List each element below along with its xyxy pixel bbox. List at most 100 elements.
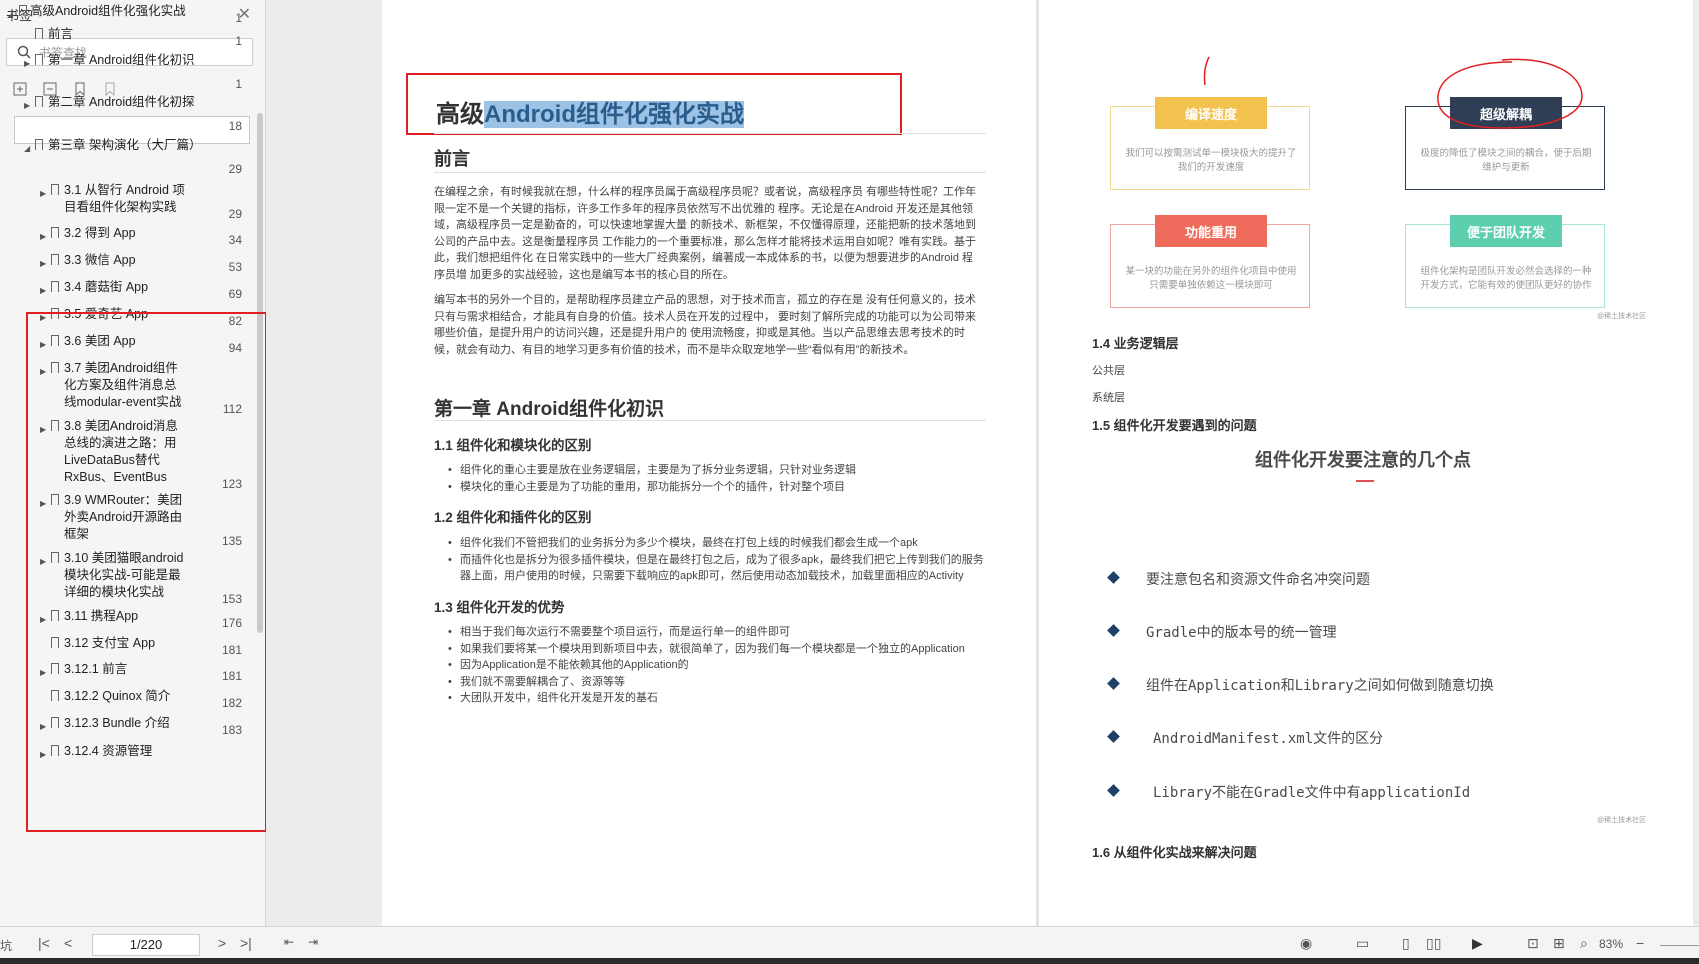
bookmark-item[interactable]: ▶ 第一章 Android组件化初识 1 [0, 52, 252, 92]
preface-paragraph-2: 编写本书的另外一个目的，是帮助程序员建立产品的思想，对于技术而言，孤立的存在是 … [434, 294, 977, 356]
bookmark-label: 3.1 从智行 Android 项目看组件化架构实践 [64, 183, 185, 214]
bookmark-icon [51, 184, 59, 195]
bookmark-item[interactable]: ▶ 第二章 Android组件化初探 18 [0, 94, 252, 134]
bookmark-icon [35, 139, 43, 150]
annotation-circle [1437, 58, 1583, 129]
layer-item: 公共层 [1092, 365, 1125, 377]
title-plain: 高级 [436, 101, 484, 128]
list-item: 相当于我们每次运行不需要整个项目运行，而是运行单一的组件即可 [446, 624, 986, 641]
card-tag: 便于团队开发 [1450, 215, 1562, 247]
expand-arrow-icon[interactable]: ▶ [40, 255, 46, 272]
expand-arrow-icon[interactable]: ▶ [40, 185, 46, 202]
last-page-icon[interactable]: >| [240, 935, 252, 951]
bookmark-item[interactable]: ▶ 3.3 微信 App 53 [0, 252, 252, 275]
document-view-icon[interactable]: ▯ [1402, 935, 1410, 952]
bookmark-page-number: 1 [235, 11, 242, 25]
zoom-level[interactable]: 83% [1599, 937, 1623, 951]
section-1-1-list: 组件化的重心主要是放在业务逻辑层，主要是为了拆分业务逻辑，只针对业务逻辑模块化的… [446, 462, 986, 495]
zoom-icon[interactable]: ⌕ [1580, 935, 1588, 952]
layer-item: 系统层 [1092, 392, 1125, 404]
zoom-slider[interactable] [1660, 945, 1699, 946]
card-tag: 编译速度 [1155, 97, 1267, 129]
toolbar-left-label: 坑 [0, 939, 13, 953]
section-1-5-heading: 1.5 组件化开发要遇到的问题 [1092, 418, 1257, 433]
preface-heading: 前言 [434, 149, 470, 169]
bookmark-page-number: 53 [228, 260, 242, 274]
page-number-input[interactable]: 1/220 [92, 934, 200, 956]
document-title: 高级Android组件化强化实战 [436, 94, 744, 129]
bookmark-icon [35, 28, 43, 39]
fit-page-icon[interactable]: ⊡ [1527, 935, 1539, 952]
title-rule [434, 133, 986, 134]
taskbar-strip [0, 958, 1699, 964]
bookmark-label: 第三章 架构演化（大厂篇） [48, 138, 202, 152]
bookmark-label: 高级Android组件化强化实战 [30, 4, 186, 18]
list-item: 如果我们要将某一个模块用到新项目中去，就很简单了，因为我们每一个模块都是一个独立… [446, 641, 986, 658]
section-1-3-heading: 1.3 组件化开发的优势 [434, 600, 565, 615]
card-description: 某一块的功能在另外的组件化项目中使用只需要单独依赖这一模块即可 [1125, 266, 1297, 291]
watermark-note: @稀土技术社区 [1597, 817, 1647, 824]
title-selected-text: Android组件化强化实战 [484, 101, 744, 128]
next-page-icon[interactable]: > [218, 935, 226, 951]
bookmark-item[interactable]: ▶ 3.4 蘑菇街 App 69 [0, 279, 252, 302]
bookmark-icon [35, 54, 43, 65]
slide-item: Library不能在Gradle文件中有applicationId [1153, 785, 1471, 801]
bookmark-item[interactable]: ▶ 3.1 从智行 Android 项目看组件化架构实践 29 [0, 182, 252, 222]
preface-rule [434, 172, 986, 173]
list-item: 因为Application是不能依赖其他的Application的 [446, 657, 986, 674]
card-description: 极度的降低了模块之间的耦合，便于后期维护与更新 [1420, 148, 1592, 173]
section-1-2-heading: 1.2 组件化和插件化的区别 [434, 510, 592, 525]
slide-item: 组件在Application和Library之间如何做到随意切换 [1146, 678, 1494, 694]
bookmark-panel: 书签 ✕ 书签查找 ◢ 高级Android组件化强化实战 1 前言 1 ▶ 第一章 Andr… [0, 0, 267, 926]
zoom-out-icon[interactable]: − [1636, 935, 1644, 951]
bookmark-item[interactable]: ◢ 高级Android组件化强化实战 1 [0, 3, 252, 26]
eye-protection-icon[interactable]: ◉ [1300, 935, 1312, 952]
bookmark-label: 前言 [48, 27, 74, 41]
slide-item: 要注意包名和资源文件命名冲突问题 [1146, 572, 1370, 588]
card-description: 我们可以按需测试单一模块极大的提升了我们的开发速度 [1125, 148, 1297, 173]
bookmark-label: 3.2 得到 App [64, 226, 136, 240]
prev-page-icon[interactable]: < [64, 935, 72, 951]
dual-page-icon[interactable]: ▯▯ [1426, 935, 1441, 952]
bookmark-icon [51, 227, 59, 238]
bookmark-item[interactable]: 前言 1 [0, 26, 252, 49]
slide-item: Gradle中的版本号的统一管理 [1146, 625, 1337, 641]
slide-title-underline [1356, 480, 1374, 482]
watermark-note: @稀土技术社区 [1597, 313, 1647, 320]
bookmark-page-number: 1 [235, 77, 242, 91]
back-icon[interactable]: ⇤ [284, 935, 294, 949]
single-page-icon[interactable]: ▭ [1356, 935, 1369, 952]
first-page-icon[interactable]: |< [38, 935, 50, 951]
expand-arrow-icon[interactable]: ▶ [24, 97, 30, 114]
expand-arrow-icon[interactable]: ▶ [24, 55, 30, 72]
bookmark-label: 第一章 Android组件化初识 [48, 53, 195, 67]
section-1-3-list: 相当于我们每次运行不需要整个项目运行，而是运行单一的组件即可如果我们要将某一个模… [446, 624, 986, 707]
collapse-arrow-icon[interactable]: ◢ [24, 140, 30, 157]
section-1-1-heading: 1.1 组件化和模块化的区别 [434, 438, 592, 453]
annotation-stroke [1203, 56, 1210, 86]
chapter1-heading: 第一章 Android组件化初识 [434, 399, 665, 420]
forward-icon[interactable]: ⇥ [308, 935, 318, 949]
bookmark-icon [19, 5, 27, 16]
list-item: 而插件化也是拆分为很多插件模块，但是在最终打包之后，成为了很多apk，最终我们把… [446, 552, 986, 585]
section-1-4-heading: 1.4 业务逻辑层 [1092, 336, 1179, 351]
play-icon[interactable]: ▶ [1472, 935, 1483, 952]
annotation-highlight-box [26, 312, 267, 832]
expand-arrow-icon[interactable]: ▶ [40, 228, 46, 245]
section-1-6-heading: 1.6 从组件化实战来解决问题 [1092, 845, 1257, 860]
chapter1-rule [434, 420, 986, 421]
bookmark-page-number: 18 [228, 119, 242, 133]
slide-item: AndroidManifest.xml文件的区分 [1153, 731, 1384, 747]
slide-title: 组件化开发要注意的几个点 [1255, 450, 1471, 470]
bookmark-item[interactable]: ◢ 第三章 架构演化（大厂篇） 29 [0, 137, 252, 177]
card-tag: 功能重用 [1155, 215, 1267, 247]
list-item: 模块化的重心主要是为了功能的重用，那功能拆分一个个的插件，针对整个项目 [446, 479, 986, 496]
bookmark-label: 3.3 微信 App [64, 253, 136, 267]
card-compile-speed: 编译速度 我们可以按需测试单一模块极大的提升了我们的开发速度 [1110, 97, 1310, 190]
expand-arrow-icon[interactable]: ▶ [40, 282, 46, 299]
bookmark-page-number: 34 [228, 233, 242, 247]
list-item: 组件化的重心主要是放在业务逻辑层，主要是为了拆分业务逻辑，只针对业务逻辑 [446, 462, 986, 479]
fit-width-icon[interactable]: ⊞ [1553, 935, 1565, 952]
bookmark-item[interactable]: ▶ 3.2 得到 App 34 [0, 225, 252, 248]
collapse-arrow-icon[interactable]: ◢ [7, 6, 13, 23]
